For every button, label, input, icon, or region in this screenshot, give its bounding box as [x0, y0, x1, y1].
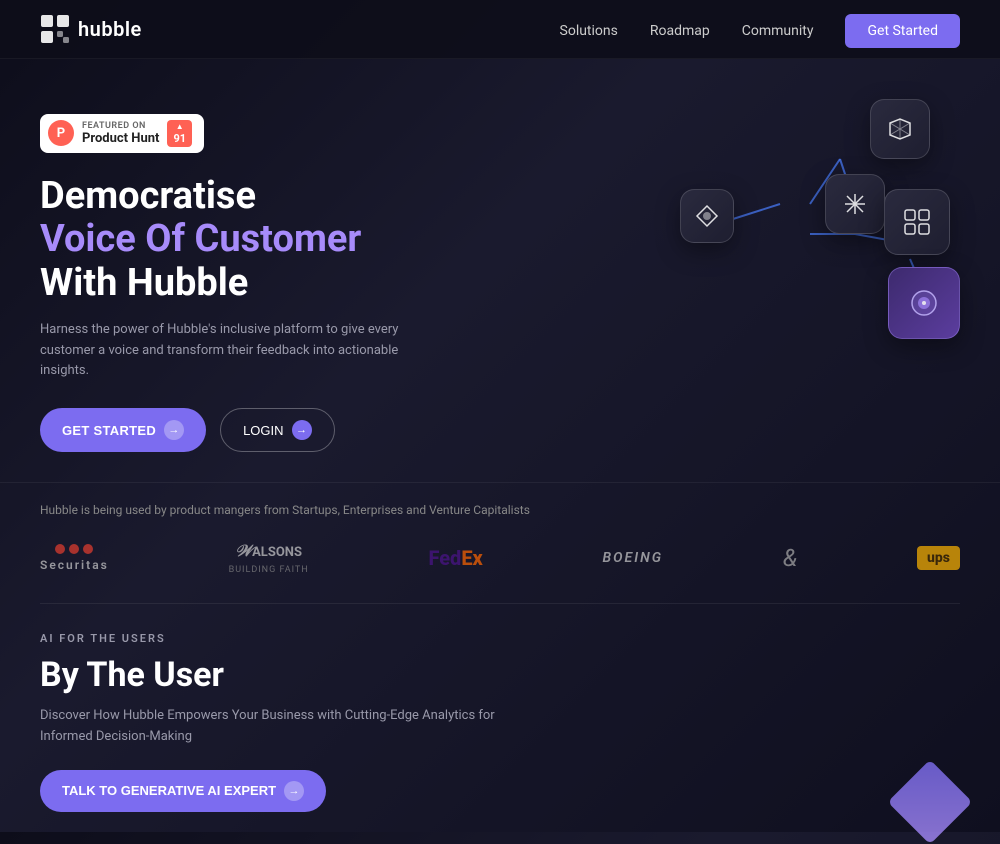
flow-diagram: [640, 89, 980, 359]
logo-ampersand: &: [783, 544, 797, 572]
navbar: hubble Solutions Roadmap Community Get S…: [0, 0, 1000, 59]
logo-walsons: 𝒲ALSONS BUILDING FAITH: [229, 541, 309, 575]
hero-content: P FEATURED ON Product Hunt ▲ 91 Democrat…: [40, 114, 430, 452]
headline-line2: Voice Of Customer: [40, 217, 361, 261]
flow-card-mid-center: [825, 174, 885, 234]
logo-fedex: FedEx: [428, 546, 482, 570]
ph-icon: P: [48, 120, 74, 146]
headline-line3: With Hubble: [40, 261, 248, 305]
flow-card-mid-left: [680, 189, 734, 243]
arrow-icon-login: →: [292, 420, 312, 440]
ai-subtitle: Discover How Hubble Empowers Your Busine…: [40, 706, 540, 748]
hubble-logo-icon: [40, 14, 70, 44]
ph-featured-label: FEATURED ON: [82, 121, 159, 131]
nav-item-community[interactable]: Community: [742, 20, 814, 39]
hero-subtitle: Harness the power of Hubble's inclusive …: [40, 320, 430, 382]
talk-to-ai-button[interactable]: TALK TO GENERATIVE AI EXPERT →: [40, 770, 326, 812]
diamond-decoration: [888, 759, 973, 844]
nav-links: Solutions Roadmap Community Get Started: [560, 20, 960, 39]
get-started-button[interactable]: GET STARTED →: [40, 408, 206, 452]
logo-text: hubble: [78, 17, 142, 41]
hero-buttons: GET STARTED → LOGIN →: [40, 408, 430, 452]
arrow-icon: →: [164, 420, 184, 440]
ai-headline: By The User: [40, 655, 960, 696]
ai-section: AI FOR THE USERS By The User Discover Ho…: [0, 604, 1000, 831]
flow-card-bottom: [888, 267, 960, 339]
hero-headline: Democratise Voice Of Customer With Hubbl…: [40, 175, 430, 306]
login-button[interactable]: LOGIN →: [220, 408, 334, 452]
ai-btn-arrow-icon: →: [284, 781, 304, 801]
logo-boeing: BOEING: [603, 550, 663, 566]
logo-ups: ups: [917, 546, 960, 570]
flow-card-mid-right: [884, 189, 950, 255]
logos-row: Securitas 𝒲ALSONS BUILDING FAITH FedEx B…: [40, 541, 960, 575]
nav-item-roadmap[interactable]: Roadmap: [650, 20, 710, 39]
logo-securitas: Securitas: [40, 544, 109, 572]
nav-item-solutions[interactable]: Solutions: [560, 20, 618, 39]
headline-line1: Democratise: [40, 174, 256, 218]
hero-section: P FEATURED ON Product Hunt ▲ 91 Democrat…: [0, 59, 1000, 482]
hero-visual: [640, 89, 980, 359]
product-hunt-badge[interactable]: P FEATURED ON Product Hunt ▲ 91: [40, 114, 204, 153]
ph-score: ▲ 91: [167, 120, 192, 147]
ph-name: Product Hunt: [82, 131, 159, 146]
flow-card-top: [870, 99, 930, 159]
logo: hubble: [40, 14, 142, 44]
logos-tagline: Hubble is being used by product mangers …: [40, 503, 960, 517]
logos-section: Hubble is being used by product mangers …: [0, 482, 1000, 603]
ai-label: AI FOR THE USERS: [40, 632, 960, 645]
nav-cta[interactable]: Get Started: [845, 20, 960, 39]
